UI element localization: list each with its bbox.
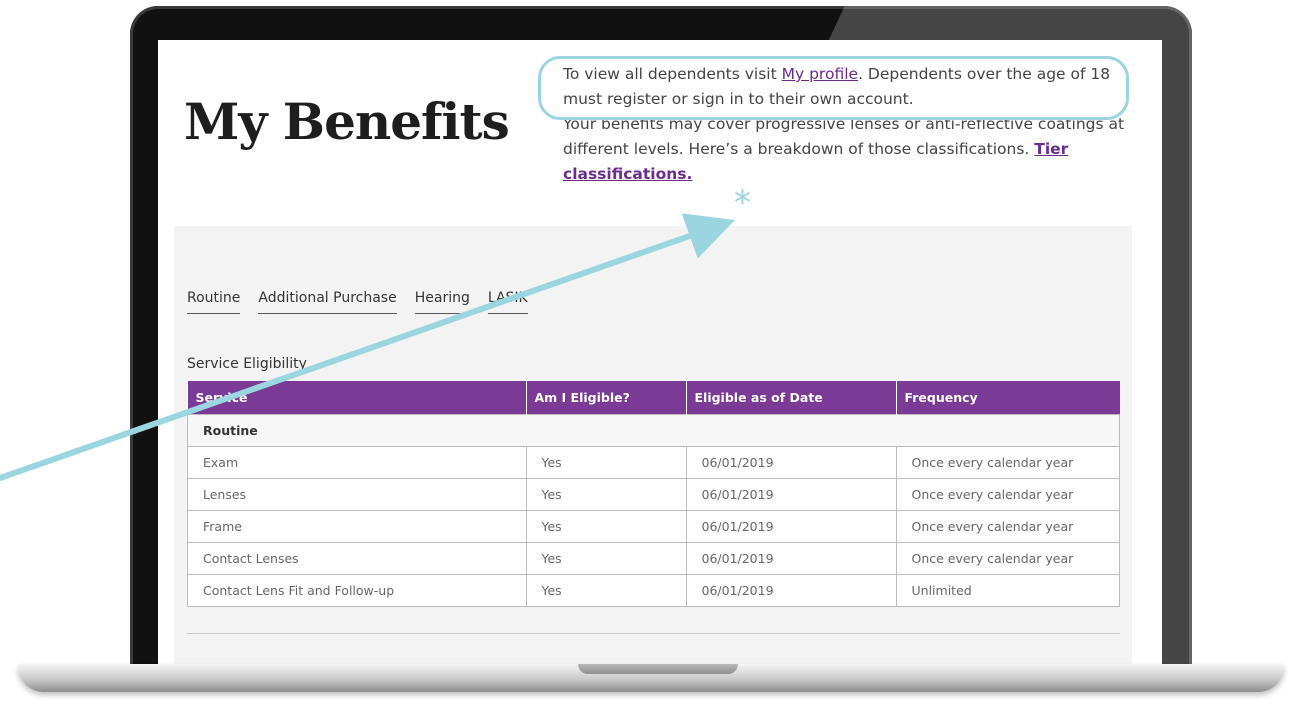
date-cell: 06/01/2019 — [685, 542, 897, 575]
table-row: Contact Lenses Yes 06/01/2019 Once every… — [187, 542, 1120, 575]
table-header-row: Service Am I Eligible? Eligible as of Da… — [187, 381, 1120, 415]
frequency-cell: Once every calendar year — [895, 542, 1120, 575]
service-cell: Lenses — [187, 478, 527, 511]
service-cell: Contact Lens Fit and Follow-up — [187, 574, 527, 607]
laptop-base — [18, 664, 1284, 692]
annotation-asterisk: * — [734, 183, 751, 223]
date-cell: 06/01/2019 — [685, 510, 897, 543]
table-row: Frame Yes 06/01/2019 Once every calendar… — [187, 510, 1120, 543]
benefit-tabs: Routine Additional Purchase Hearing LASI… — [187, 290, 546, 314]
eligible-cell: Yes — [525, 574, 687, 607]
frequency-cell: Once every calendar year — [895, 510, 1120, 543]
benefits-panel: Routine Additional Purchase Hearing LASI… — [174, 226, 1132, 676]
date-cell: 06/01/2019 — [685, 574, 897, 607]
column-header-service: Service — [187, 381, 527, 415]
column-header-eligible: Am I Eligible? — [526, 381, 687, 415]
date-cell: 06/01/2019 — [685, 446, 897, 479]
service-eligibility-heading: Service Eligibility — [187, 356, 307, 372]
column-header-eligible-date: Eligible as of Date — [686, 381, 897, 415]
service-cell: Frame — [187, 510, 527, 543]
group-label-routine: Routine — [187, 414, 1120, 447]
tab-hearing[interactable]: Hearing — [414, 290, 470, 314]
page-title: My Benefits — [184, 92, 510, 151]
frequency-cell: Once every calendar year — [895, 446, 1120, 479]
date-cell: 06/01/2019 — [685, 478, 897, 511]
table-row: Lenses Yes 06/01/2019 Once every calenda… — [187, 478, 1120, 511]
laptop-lid: My Benefits To view all dependents visit… — [130, 6, 1192, 676]
laptop-screen: My Benefits To view all dependents visit… — [158, 40, 1162, 676]
frequency-cell: Once every calendar year — [895, 478, 1120, 511]
service-cell: Exam — [187, 446, 527, 479]
eligible-cell: Yes — [525, 478, 687, 511]
service-eligibility-table: Service Am I Eligible? Eligible as of Da… — [187, 381, 1120, 607]
service-cell: Contact Lenses — [187, 542, 527, 575]
laptop-base-notch — [578, 664, 738, 674]
tier-note: Your benefits may cover progressive lens… — [563, 112, 1133, 187]
panel-divider — [187, 633, 1120, 634]
eligible-cell: Yes — [525, 510, 687, 543]
eligible-cell: Yes — [525, 446, 687, 479]
table-group-row: Routine — [187, 414, 1120, 447]
frequency-cell: Unlimited — [895, 574, 1120, 607]
table-row: Contact Lens Fit and Follow-up Yes 06/01… — [187, 574, 1120, 607]
tab-additional-purchase[interactable]: Additional Purchase — [258, 290, 397, 314]
annotation-highlight-box — [538, 56, 1129, 120]
tab-lasik[interactable]: LASIK — [487, 290, 528, 314]
table-row: Exam Yes 06/01/2019 Once every calendar … — [187, 446, 1120, 479]
tab-routine[interactable]: Routine — [187, 290, 241, 314]
eligible-cell: Yes — [525, 542, 687, 575]
column-header-frequency: Frequency — [896, 381, 1120, 415]
